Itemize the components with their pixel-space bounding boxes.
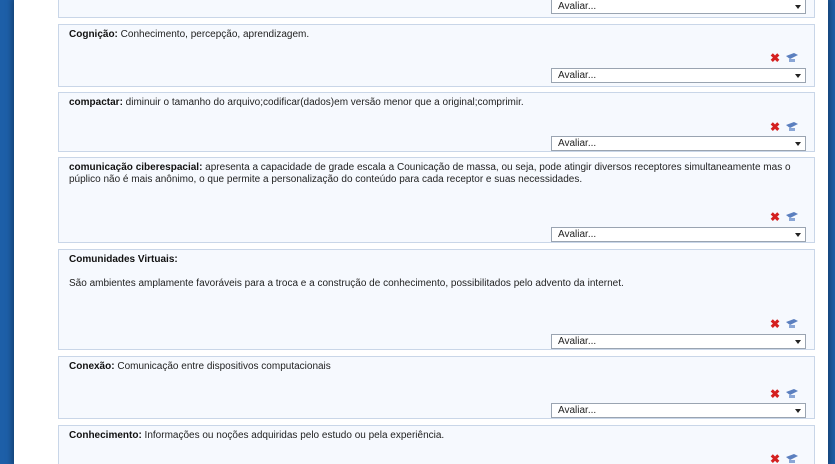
entry-text: Conexão: Comunicação entre dispositivos … — [69, 361, 800, 373]
rating-select[interactable]: Avaliar... — [551, 403, 806, 418]
glossary-entry: Conhecimento: Informações ou noções adqu… — [58, 425, 815, 464]
entry-text: compactar: diminuir o tamanho do arquivo… — [69, 97, 800, 109]
glossary-entry: Cognição: Conhecimento, percepção, apren… — [58, 24, 815, 87]
rating-select-value: Avaliar... — [558, 336, 597, 347]
edit-icon[interactable] — [786, 454, 798, 464]
entry-definition: Comunicação entre dispositivos computaci… — [114, 361, 331, 372]
delete-icon[interactable]: ✖ — [770, 453, 780, 464]
glossary-entry: compactar: diminuir o tamanho do arquivo… — [58, 92, 815, 152]
chevron-down-icon — [795, 74, 801, 78]
rating-select-value: Avaliar... — [558, 70, 597, 81]
entry-text: Conhecimento: Informações ou noções adqu… — [69, 430, 800, 442]
rating-select-value: Avaliar... — [558, 138, 597, 149]
entry-definition: São ambientes amplamente favoráveis para… — [69, 278, 624, 289]
delete-icon[interactable]: ✖ — [770, 121, 780, 133]
edit-icon[interactable] — [786, 122, 798, 132]
chevron-down-icon — [795, 5, 801, 9]
glossary-panel: Avaliar... Cognição: Conhecimento, perce… — [14, 0, 828, 464]
rating-select-value: Avaliar... — [558, 405, 597, 416]
glossary-entry: comunicação ciberespacial: apresenta a c… — [58, 157, 815, 243]
edit-icon[interactable] — [786, 212, 798, 222]
chevron-down-icon — [795, 233, 801, 237]
entry-term: comunicação ciberespacial: — [69, 162, 203, 173]
entry-text: comunicação ciberespacial: apresenta a c… — [69, 162, 800, 186]
glossary-entry: Comunidades Virtuais: São ambientes ampla… — [58, 249, 815, 350]
entry-definition: Conhecimento, percepção, aprendizagem. — [117, 29, 310, 40]
entry-term: Conexão: — [69, 361, 115, 372]
rating-select[interactable]: Avaliar... — [551, 334, 806, 349]
entry-term: Conhecimento: — [69, 430, 142, 441]
delete-icon[interactable]: ✖ — [770, 388, 780, 400]
entry-term: Comunidades Virtuais: — [69, 254, 178, 265]
delete-icon[interactable]: ✖ — [770, 52, 780, 64]
chevron-down-icon — [795, 409, 801, 413]
rating-select-value: Avaliar... — [558, 229, 597, 240]
rating-select[interactable]: Avaliar... — [551, 68, 806, 83]
edit-icon[interactable] — [786, 389, 798, 399]
glossary-entry: Conexão: Comunicação entre dispositivos … — [58, 356, 815, 419]
chevron-down-icon — [795, 142, 801, 146]
rating-select[interactable]: Avaliar... — [551, 0, 806, 14]
rating-select-value: Avaliar... — [558, 1, 597, 12]
glossary-entry: Avaliar... — [58, 0, 815, 18]
edit-icon[interactable] — [786, 53, 798, 63]
entry-definition: Informações ou noções adquiridas pelo es… — [141, 430, 445, 441]
edit-icon[interactable] — [786, 319, 798, 329]
rating-select[interactable]: Avaliar... — [551, 227, 806, 242]
entry-text: Cognição: Conhecimento, percepção, apren… — [69, 29, 800, 41]
rating-select[interactable]: Avaliar... — [551, 136, 806, 151]
entry-term: compactar: — [69, 97, 123, 108]
delete-icon[interactable]: ✖ — [770, 211, 780, 223]
entry-text: Comunidades Virtuais: São ambientes ampla… — [69, 254, 800, 290]
entry-definition: diminuir o tamanho do arquivo;codificar(… — [122, 97, 524, 108]
chevron-down-icon — [795, 340, 801, 344]
entry-term: Cognição: — [69, 29, 118, 40]
delete-icon[interactable]: ✖ — [770, 318, 780, 330]
